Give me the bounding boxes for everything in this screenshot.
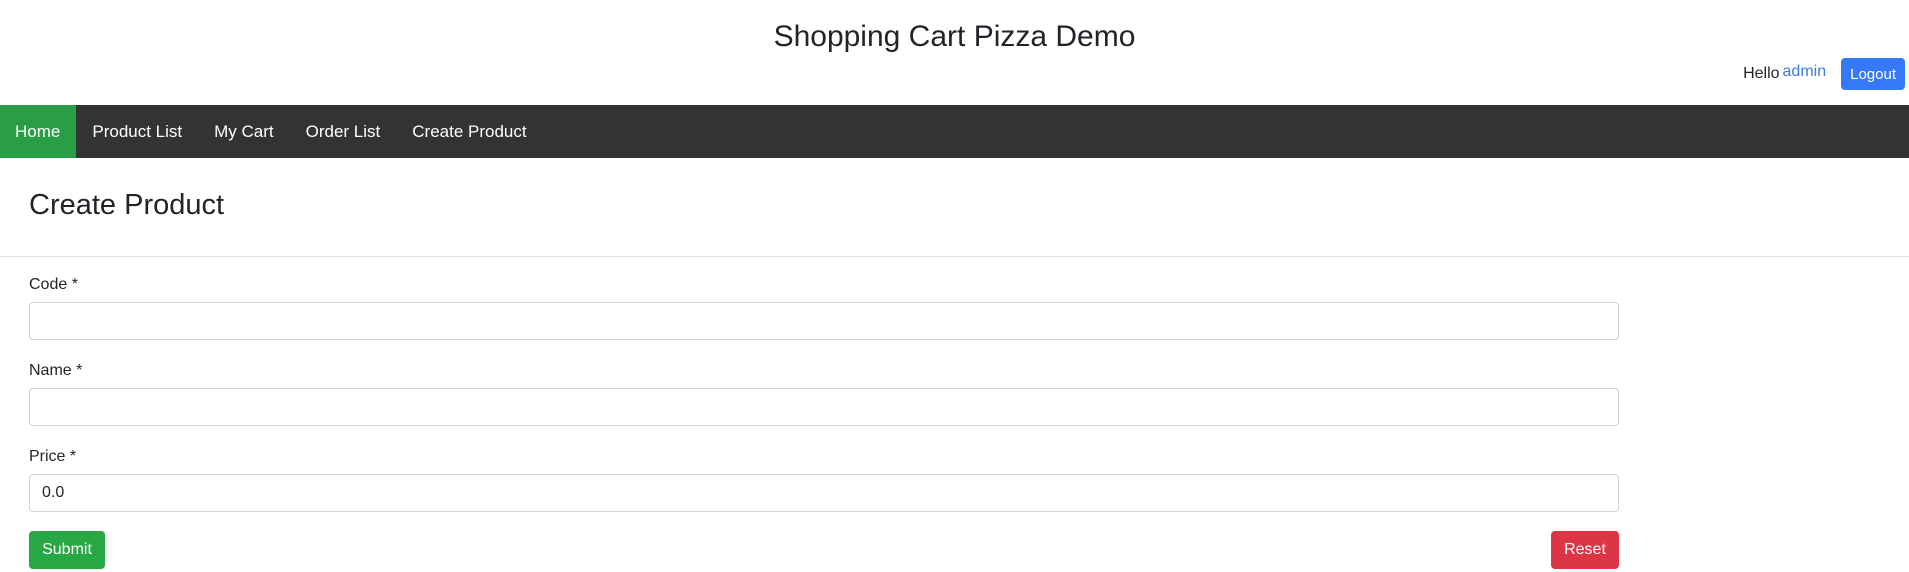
submit-button[interactable]: Submit	[29, 531, 105, 569]
nav-item-my-cart[interactable]: My Cart	[198, 105, 290, 158]
reset-button[interactable]: Reset	[1551, 531, 1619, 569]
page-header: Create Product	[0, 158, 1909, 257]
price-label: Price *	[29, 448, 77, 465]
site-header: Shopping Cart Pizza Demo Hello admin Log…	[0, 0, 1909, 105]
code-input[interactable]	[29, 302, 1619, 340]
nav-item-create-product[interactable]: Create Product	[396, 105, 542, 158]
name-label: Name *	[29, 362, 83, 379]
nav-item-product-list[interactable]: Product List	[76, 105, 198, 158]
code-label: Code *	[29, 276, 78, 293]
nav-item-order-list[interactable]: Order List	[290, 105, 397, 158]
main-navbar: Home Product List My Cart Order List Cre…	[0, 105, 1909, 158]
nav-item-home[interactable]: Home	[0, 105, 77, 158]
greeting-text: Hello	[1743, 65, 1780, 82]
price-input[interactable]	[29, 474, 1619, 512]
user-box: Hello admin Logout	[1743, 58, 1905, 90]
username-link[interactable]: admin	[1783, 63, 1827, 81]
name-input[interactable]	[29, 388, 1619, 426]
page-title: Create Product	[29, 189, 225, 221]
logout-button[interactable]: Logout	[1841, 58, 1905, 90]
site-title: Shopping Cart Pizza Demo	[773, 20, 1136, 53]
